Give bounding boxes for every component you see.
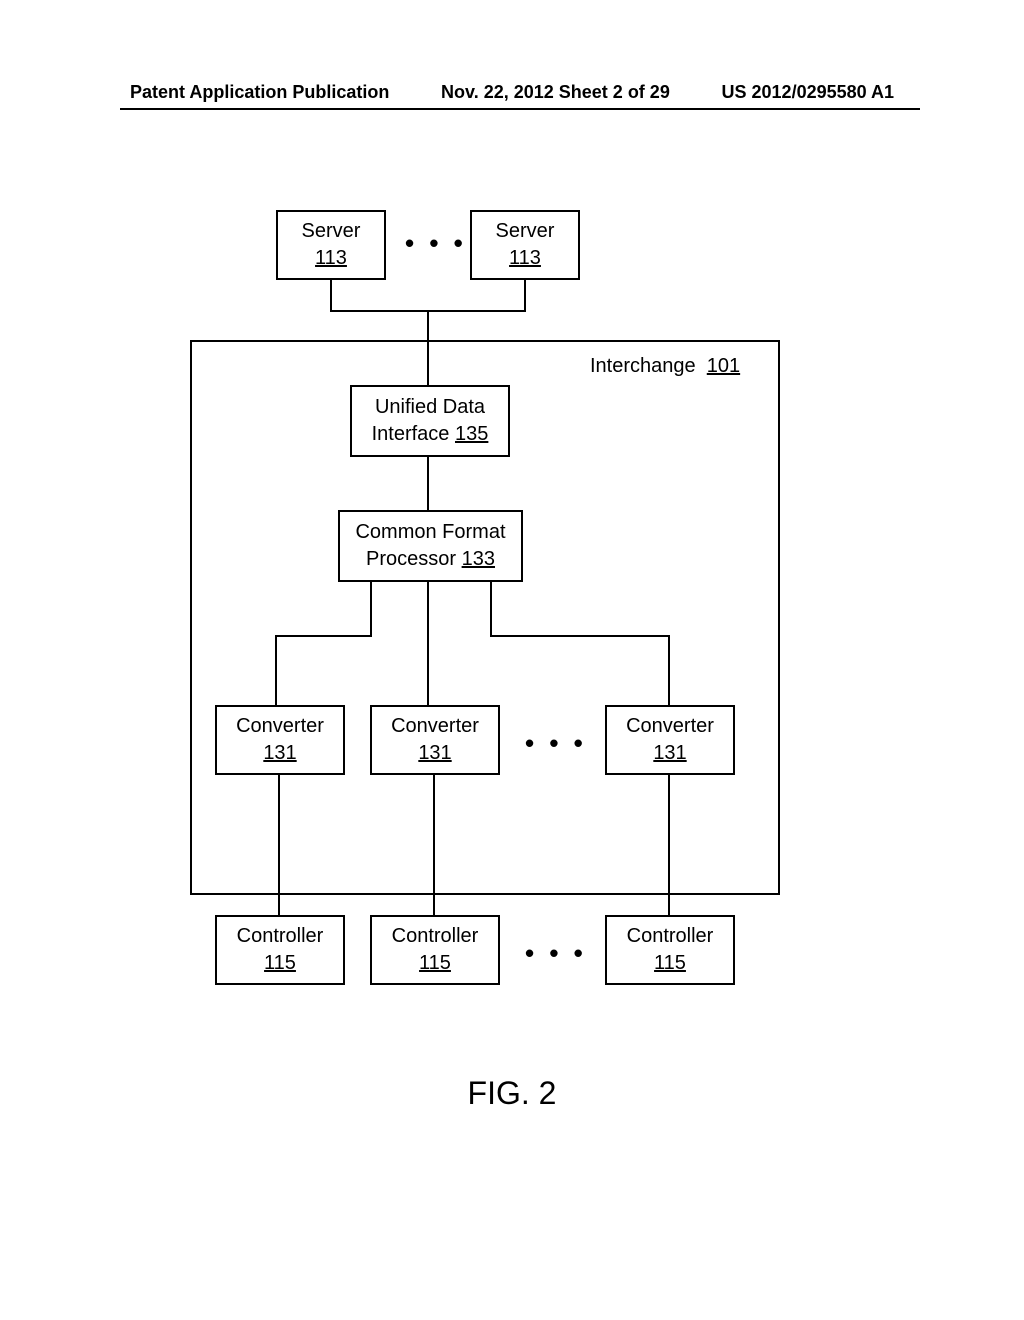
connector <box>490 635 670 637</box>
converter-ellipsis: • • • <box>525 728 587 759</box>
connector <box>524 280 526 310</box>
server-box-2: Server 113 <box>470 210 580 280</box>
connector <box>278 775 280 915</box>
common-format-processor-box: Common Format Processor 133 <box>338 510 523 582</box>
connector <box>433 775 435 915</box>
server-ellipsis: • • • <box>405 228 467 259</box>
controller-box-1: Controller 115 <box>215 915 345 985</box>
converter-ref: 131 <box>263 740 296 767</box>
header-rule <box>120 108 920 110</box>
connector <box>427 457 429 510</box>
controller-label: Controller <box>237 923 324 950</box>
converter-label: Converter <box>626 713 714 740</box>
controller-label: Controller <box>392 923 479 950</box>
server-ref: 113 <box>315 245 347 272</box>
controller-box-3: Controller 115 <box>605 915 735 985</box>
connector <box>427 582 429 705</box>
cfp-ref: 133 <box>462 548 495 570</box>
udi-line2: Interface <box>372 423 450 445</box>
converter-box-1: Converter 131 <box>215 705 345 775</box>
controller-ref: 115 <box>654 950 686 977</box>
page-header: Patent Application Publication Nov. 22, … <box>0 82 1024 103</box>
header-left: Patent Application Publication <box>130 82 389 103</box>
diagram: Server 113 • • • Server 113 Interchange … <box>0 200 1024 1100</box>
figure-label: FIG. 2 <box>0 1075 1024 1112</box>
server-label: Server <box>496 218 555 245</box>
cfp-line2: Processor <box>366 548 456 570</box>
connector <box>668 635 670 705</box>
converter-label: Converter <box>391 713 479 740</box>
controller-ref: 115 <box>419 950 451 977</box>
controller-ellipsis: • • • <box>525 938 587 969</box>
unified-data-interface-box: Unified Data Interface 135 <box>350 385 510 457</box>
connector <box>370 582 372 637</box>
controller-box-2: Controller 115 <box>370 915 500 985</box>
server-box-1: Server 113 <box>276 210 386 280</box>
server-ref: 113 <box>509 245 541 272</box>
connector <box>330 280 332 310</box>
converter-ref: 131 <box>418 740 451 767</box>
connector <box>490 582 492 637</box>
controller-label: Controller <box>627 923 714 950</box>
converter-box-3: Converter 131 <box>605 705 735 775</box>
controller-ref: 115 <box>264 950 296 977</box>
connector <box>275 635 372 637</box>
converter-label: Converter <box>236 713 324 740</box>
converter-box-2: Converter 131 <box>370 705 500 775</box>
connector <box>668 775 670 915</box>
cfp-line1: Common Format <box>355 519 505 546</box>
udi-ref: 135 <box>455 423 488 445</box>
header-center: Nov. 22, 2012 Sheet 2 of 29 <box>441 82 670 103</box>
header-right: US 2012/0295580 A1 <box>722 82 894 103</box>
udi-line1: Unified Data <box>375 394 485 421</box>
converter-ref: 131 <box>653 740 686 767</box>
connector <box>275 635 277 705</box>
server-label: Server <box>302 218 361 245</box>
interchange-label: Interchange 101 <box>590 355 740 378</box>
